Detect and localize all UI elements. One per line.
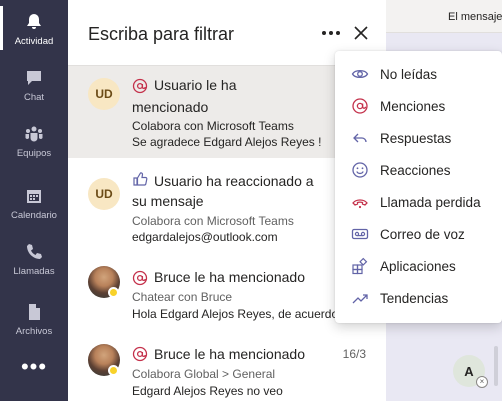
mention-icon [132,270,148,286]
item-context: Colabora Global > General [132,367,276,381]
rail-label: Calendario [11,210,57,221]
rail-label: Chat [23,92,45,103]
item-preview: edgardalejos@outlook.com [132,230,278,244]
smile-icon [351,161,369,179]
rail-label: Actividad [14,36,54,47]
chat-header: El mensaje [386,0,502,33]
teams-icon [25,126,43,142]
item-preview: Hola Edgard Alejos Reyes, de acuerdo [132,307,339,321]
trending-icon [351,289,369,307]
chat-header-text: El mensaje [448,11,502,23]
filter-menu: No leídas Menciones Respuestas Reaccione… [335,51,502,323]
avatar: UD [88,78,120,110]
presence-away-icon [108,287,119,298]
item-title: mencionado [132,99,209,115]
item-context: Chatear con Bruce [132,290,233,304]
rail-label: Llamadas [13,266,55,277]
item-title: Usuario le ha [154,77,237,93]
filter-input[interactable]: Escriba para filtrar [88,24,234,45]
menu-item-label: Respuestas [380,130,452,146]
mention-icon [132,346,148,362]
file-icon [29,304,40,320]
presence-away-icon [108,365,119,376]
dot [329,31,333,35]
menu-item-aplicaciones[interactable]: Aplicaciones [335,250,502,282]
calendar-icon [27,190,41,203]
menu-item-correo-de-voz[interactable]: Correo de voz [335,218,502,250]
list-item[interactable]: Bruce le ha mencionado 16/3 Colabora Glo… [68,328,386,401]
close-icon [354,26,368,40]
rail-item-archivos[interactable]: Archivos [0,290,68,346]
scrollbar[interactable] [494,346,498,386]
eye-icon [351,65,369,83]
menu-item-tendencias[interactable]: Tendencias [335,282,502,314]
reply-icon [351,129,369,147]
dot [322,31,327,35]
item-title: su mensaje [132,193,204,209]
item-date: 16/3 [342,347,366,361]
menu-item-label: Tendencias [380,290,449,306]
rail-item-chat[interactable]: Chat [0,56,68,112]
menu-item-reacciones[interactable]: Reacciones [335,154,502,186]
bell-icon [27,14,41,29]
app-bar: Actividad Chat Equipos Calendario Llamad… [0,0,68,401]
rail-item-calendario[interactable]: Calendario [0,174,68,230]
phone-icon [27,244,42,259]
menu-item-label: Menciones [380,98,446,114]
item-title: Usuario ha reaccionado a [154,173,314,189]
close-button[interactable] [352,24,370,42]
rail-item-equipos[interactable]: Equipos [0,112,68,168]
rail-label: Archivos [15,326,53,337]
avatar: UD [88,178,120,210]
more-apps-button[interactable]: ••• [0,352,68,382]
dot [335,31,340,35]
like-icon [132,171,148,187]
chat-icon [27,71,41,85]
rail-label: Equipos [16,148,52,159]
item-title: Bruce le ha mencionado [154,346,305,362]
menu-item-label: Reacciones [380,162,451,178]
menu-item-no-leidas[interactable]: No leídas [335,58,502,90]
status-badge: × [476,376,488,388]
item-title: Bruce le ha mencionado [154,269,305,285]
menu-item-label: Aplicaciones [380,258,456,274]
missed-call-icon [351,193,369,211]
menu-item-label: Llamada perdida [380,194,481,210]
menu-item-menciones[interactable]: Menciones [335,90,502,122]
more-options-button[interactable] [320,24,342,42]
mention-icon [351,97,369,115]
rail-item-actividad[interactable]: Actividad [0,0,68,56]
menu-item-label: No leídas [380,66,438,82]
apps-icon [351,257,369,275]
item-preview: Edgard Alejos Reyes no veo [132,384,283,398]
rail-item-llamadas[interactable]: Llamadas [0,230,68,286]
menu-item-respuestas[interactable]: Respuestas [335,122,502,154]
item-preview: Se agradece Edgard Alejos Reyes ! [132,135,322,149]
menu-item-llamada-perdida[interactable]: Llamada perdida [335,186,502,218]
mention-icon [132,78,148,94]
menu-item-label: Correo de voz [380,226,465,242]
voicemail-icon [351,225,369,243]
